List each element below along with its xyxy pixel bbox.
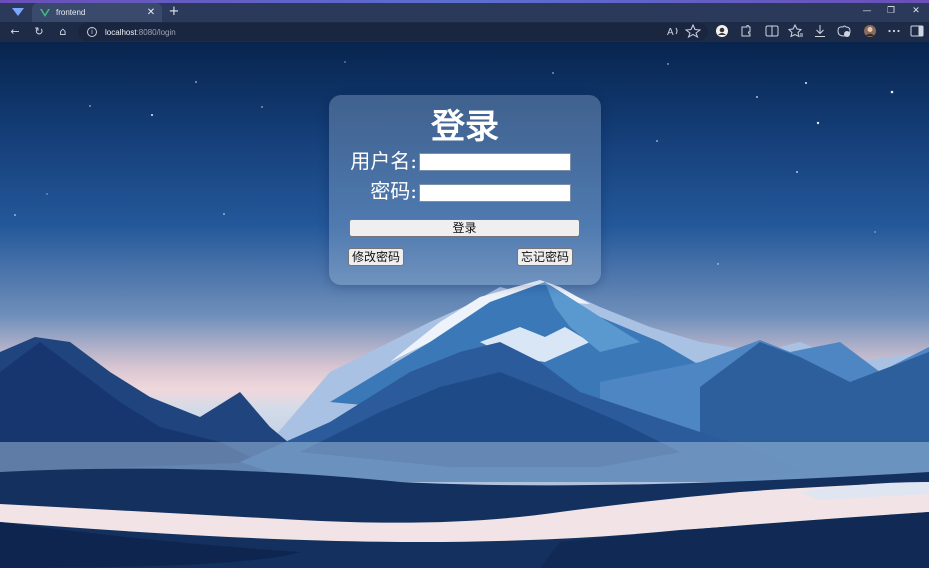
- restore-button[interactable]: ❐: [881, 4, 901, 18]
- login-card: 登录 用户名: 密码: 登录 修改密码 忘记密码: [329, 95, 601, 285]
- split-screen-icon[interactable]: [764, 24, 780, 38]
- more-icon[interactable]: [886, 24, 902, 38]
- login-button[interactable]: 登录: [349, 219, 580, 237]
- minimize-button[interactable]: —: [857, 4, 877, 18]
- tab-title: frontend: [56, 8, 86, 17]
- new-tab-button[interactable]: +: [166, 4, 182, 20]
- browser-tab[interactable]: frontend ✕: [32, 3, 162, 22]
- browser-toolbar: ← ↻ ⌂ i localhost :8080/login A: [0, 22, 929, 42]
- svg-text:A: A: [667, 27, 674, 38]
- close-window-button[interactable]: ✕: [906, 4, 926, 18]
- username-input[interactable]: [419, 153, 571, 171]
- extensions-icon[interactable]: [738, 24, 754, 38]
- favorite-icon[interactable]: [685, 24, 701, 38]
- change-password-button[interactable]: 修改密码: [348, 248, 405, 266]
- browser-essentials-icon[interactable]: [836, 24, 852, 38]
- url-host: localhost: [105, 27, 137, 37]
- page-content: 登录 用户名: 密码: 登录 修改密码 忘记密码: [0, 42, 929, 568]
- site-info-icon[interactable]: i: [87, 27, 97, 37]
- workspace-icon[interactable]: [11, 6, 25, 18]
- profile-icon[interactable]: [714, 24, 730, 38]
- vue-logo-icon: [40, 8, 50, 17]
- password-input[interactable]: [419, 184, 571, 202]
- username-label: 用户名:: [350, 149, 417, 173]
- address-bar[interactable]: i localhost :8080/login: [78, 23, 708, 41]
- reload-button[interactable]: ↻: [30, 24, 48, 40]
- sidebar-icon[interactable]: [909, 24, 925, 38]
- forgot-password-button[interactable]: 忘记密码: [517, 248, 574, 266]
- home-button[interactable]: ⌂: [54, 24, 72, 40]
- read-aloud-icon[interactable]: A: [665, 24, 681, 38]
- downloads-icon[interactable]: [812, 24, 828, 38]
- favorites-icon[interactable]: [788, 24, 804, 38]
- avatar[interactable]: [862, 24, 878, 38]
- back-button[interactable]: ←: [6, 24, 24, 40]
- browser-titlebar: frontend ✕ + — ❐ ✕: [0, 0, 929, 22]
- password-label: 密码:: [370, 179, 417, 203]
- url-path: :8080/login: [136, 27, 176, 37]
- tab-close-icon[interactable]: ✕: [144, 7, 158, 18]
- login-title: 登录: [431, 107, 499, 147]
